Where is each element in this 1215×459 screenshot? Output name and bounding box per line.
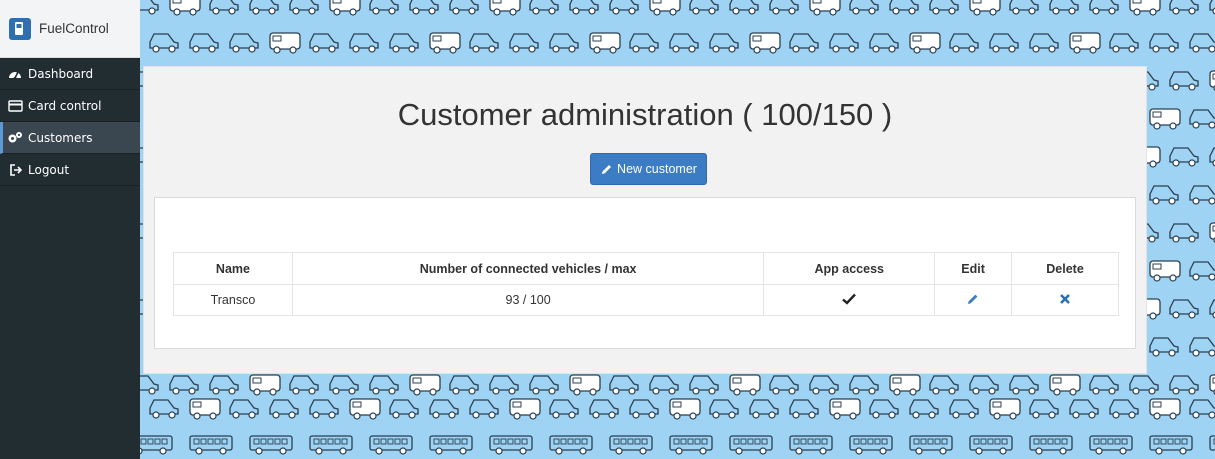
delete-cell xyxy=(1011,284,1119,316)
page-title: Customer administration ( 100/150 ) xyxy=(397,97,893,132)
edit-pencil-icon[interactable] xyxy=(967,293,979,305)
column-header-delete: Delete xyxy=(1011,252,1119,285)
column-header-name: Name xyxy=(173,252,293,285)
brand[interactable]: FuelControl xyxy=(0,0,140,58)
table-header-row: Name Number of connected vehicles / max … xyxy=(173,252,1119,285)
customer-name-cell: Transco xyxy=(173,284,293,316)
column-header-app-access: App access xyxy=(763,252,936,285)
cogs-icon xyxy=(7,131,23,145)
sidebar-item-logout[interactable]: Logout xyxy=(0,154,140,186)
tachometer-icon xyxy=(7,67,23,81)
sidebar-item-label: Dashboard xyxy=(28,66,94,81)
sidebar-item-label: Card control xyxy=(28,98,102,113)
sign-out-icon xyxy=(7,163,23,177)
sidebar-item-label: Customers xyxy=(28,130,93,145)
sidebar: FuelControl Dashboard Card control Custo… xyxy=(0,0,140,459)
table-row: Transco 93 / 100 xyxy=(173,284,1119,316)
column-header-edit: Edit xyxy=(934,252,1013,285)
column-header-vehicles: Number of connected vehicles / max xyxy=(291,252,765,285)
new-customer-label: New customer xyxy=(617,162,697,176)
sidebar-item-label: Logout xyxy=(28,162,70,177)
sidebar-item-customers[interactable]: Customers xyxy=(0,122,140,154)
customer-table-card: Name Number of connected vehicles / max … xyxy=(154,197,1136,349)
vehicles-count-cell: 93 / 100 xyxy=(291,284,765,316)
credit-card-icon xyxy=(7,99,23,113)
delete-x-icon[interactable] xyxy=(1059,293,1071,305)
brand-name: FuelControl xyxy=(39,21,109,36)
sidebar-item-card-control[interactable]: Card control xyxy=(0,90,140,122)
customer-table: Name Number of connected vehicles / max … xyxy=(173,252,1119,316)
checkmark-icon xyxy=(842,293,857,305)
edit-cell xyxy=(934,284,1013,316)
sidebar-item-dashboard[interactable]: Dashboard xyxy=(0,58,140,90)
fuel-pump-icon xyxy=(9,17,31,40)
pencil-icon xyxy=(600,163,613,176)
new-customer-button[interactable]: New customer xyxy=(590,153,707,185)
customer-admin-panel: Customer administration ( 100/150 ) New … xyxy=(143,66,1147,374)
app-access-cell xyxy=(763,284,936,316)
